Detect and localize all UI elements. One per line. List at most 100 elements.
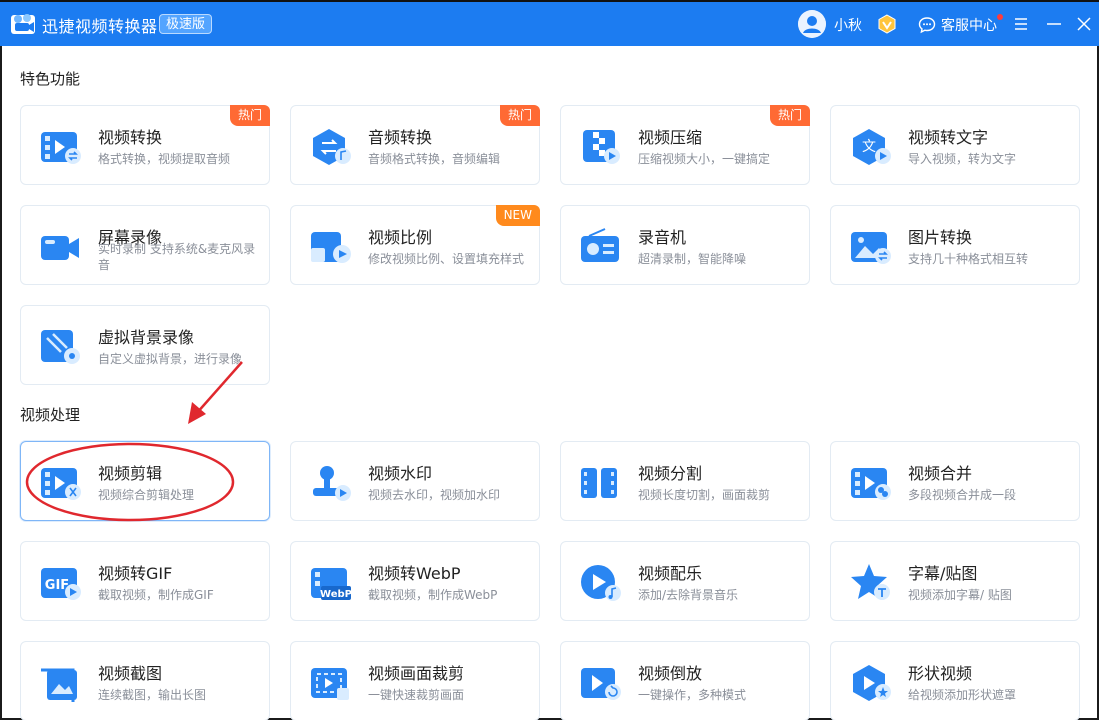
card-video-merge[interactable]: 视频合并 多段视频合并成一段 [830,441,1080,521]
card-title: 形状视频 [908,664,973,683]
card-title: 视频比例 [368,228,433,247]
video-crop-icon [311,668,349,700]
card-title: 视频倒放 [638,664,703,683]
card-title: 音频转换 [368,128,433,147]
notification-dot [997,14,1003,20]
menu-icon[interactable] [1010,13,1032,35]
video-convert-icon [41,132,81,164]
card-title: 视频转GIF [98,564,173,583]
audio-convert-icon [313,129,351,165]
card-subtitle-sticker[interactable]: 字幕/贴图 视频添加字幕/ 贴图 [830,541,1080,621]
card-desc: 修改视频比例、设置填充样式 [368,252,525,266]
card-video-to-gif[interactable]: GIF 视频转GIF 截取视频，制作成GIF [20,541,270,621]
card-title: 视频合并 [908,464,973,483]
crop-screenshot-icon [41,668,77,702]
user-avatar[interactable] [798,10,826,38]
card-desc: 自定义虚拟背景，进行录像 [98,352,243,366]
card-desc: 一键操作，多种模式 [638,688,747,702]
screen-record-icon [41,236,79,260]
card-desc: 视频综合剪辑处理 [98,488,195,502]
edition-badge: 极速版 [159,14,213,34]
card-video-screenshot[interactable]: 视频截图 连续截图，输出长图 [20,641,270,720]
card-virtual-background[interactable]: 虚拟背景录像 自定义虚拟背景，进行录像 [20,305,270,385]
video-edit-icon [41,468,81,500]
app-title: 迅捷视频转换器 [42,17,158,36]
card-title: 视频分割 [638,464,703,483]
section-title-processing: 视频处理 [20,406,81,424]
card-video-crop[interactable]: 视频画面裁剪 一键快速裁剪画面 [290,641,540,720]
card-title: 视频转换 [98,128,163,147]
card-screen-record[interactable]: 屏幕录像 实时录制 支持系统&麦克风录音 [20,205,270,285]
card-title: 视频截图 [98,664,163,683]
video-split-icon [581,468,617,498]
card-title: 字幕/贴图 [908,564,978,583]
card-image-convert[interactable]: 图片转换 支持几十种格式相互转 [830,205,1080,285]
card-video-split[interactable]: 视频分割 视频长度切割，画面裁剪 [560,441,810,521]
vip-badge-icon[interactable] [877,14,897,34]
customer-service-label: 客服中心 [941,18,997,34]
customer-service-button[interactable]: 客服中心 [918,14,997,36]
card-video-to-webp[interactable]: WebP 视频转WebP 截取视频，制作成WebP [290,541,540,621]
card-video-to-text[interactable]: 文 视频转文字 导入视频，转为文字 [830,105,1080,185]
card-desc: 压缩视频大小，一键搞定 [638,152,771,166]
video-to-text-icon: 文 [853,129,891,165]
section-title-featured: 特色功能 [20,70,81,88]
user-name[interactable]: 小秋 [834,15,862,35]
card-shape-video[interactable]: 形状视频 给视频添加形状遮罩 [830,641,1080,720]
card-video-convert[interactable]: 视频转换 格式转换，视频提取音频 热门 [20,105,270,185]
card-title: 录音机 [638,228,687,247]
card-video-edit[interactable]: 视频剪辑 视频综合剪辑处理 [20,441,270,521]
card-desc: 连续截图，输出长图 [98,688,207,702]
video-compress-icon [583,130,620,164]
card-desc: 导入视频，转为文字 [908,152,1017,166]
minimize-icon[interactable] [1043,13,1065,35]
card-title: 图片转换 [908,228,973,247]
card-desc: 超清录制，智能降噪 [638,252,747,266]
hot-tag: 热门 [499,105,540,126]
card-video-reverse[interactable]: 视频倒放 一键操作，多种模式 [560,641,810,720]
card-desc: 视频去水印，视频加水印 [368,488,501,502]
webp-glyph: WebP [320,589,352,600]
card-title: 视频配乐 [638,564,703,583]
card-desc: 截取视频，制作成GIF [98,588,214,602]
card-title: 视频转WebP [368,564,461,583]
hot-tag: 热门 [229,105,270,126]
card-title: 视频画面裁剪 [368,664,465,683]
card-video-ratio[interactable]: 视频比例 修改视频比例、设置填充样式 NEW [290,205,540,285]
card-video-watermark[interactable]: 视频水印 视频去水印，视频加水印 [290,441,540,521]
chat-bubble-icon [918,17,936,34]
card-audio-convert[interactable]: 音频转换 音频格式转换，音频编辑 热门 [290,105,540,185]
card-video-music[interactable]: 视频配乐 添加/去除背景音乐 [560,541,810,621]
card-desc: 视频长度切割，画面裁剪 [638,488,771,502]
card-video-compress[interactable]: 视频压缩 压缩视频大小，一键搞定 热门 [560,105,810,185]
card-title: 虚拟背景录像 [98,328,195,347]
close-icon[interactable] [1073,13,1095,35]
card-desc: 一键快速裁剪画面 [368,688,465,702]
title-bar: 迅捷视频转换器 极速版 小秋 客服中心 [0,0,1099,46]
card-desc: 视频添加字幕/ 贴图 [908,588,1012,602]
card-title: 视频压缩 [638,128,703,147]
audio-recorder-icon [581,228,619,262]
card-desc: 给视频添加形状遮罩 [908,688,1017,702]
new-tag: NEW [495,205,540,226]
card-desc: 截取视频，制作成WebP [368,588,498,602]
shape-video-icon [853,665,891,701]
card-desc: 添加/去除背景音乐 [638,588,739,602]
star-sticker-icon [851,564,890,600]
video-ratio-icon [311,232,351,263]
video-merge-icon [851,468,891,500]
card-audio-recorder[interactable]: 录音机 超清录制，智能降噪 [560,205,810,285]
card-title: 视频水印 [368,464,433,483]
card-title: 视频剪辑 [98,464,163,483]
card-title: 视频转文字 [908,128,989,147]
app-logo-icon [11,14,35,34]
hot-tag: 热门 [769,105,810,126]
card-desc: 格式转换，视频提取音频 [98,152,231,166]
webp-icon: WebP [311,568,352,600]
video-music-icon [581,565,621,601]
gif-icon: GIF [41,568,81,600]
card-desc: 多段视频合并成一段 [908,488,1017,502]
card-desc: 支持几十种格式相互转 [908,252,1029,266]
watermark-stamp-icon [313,466,351,501]
virtual-background-icon [41,330,80,364]
